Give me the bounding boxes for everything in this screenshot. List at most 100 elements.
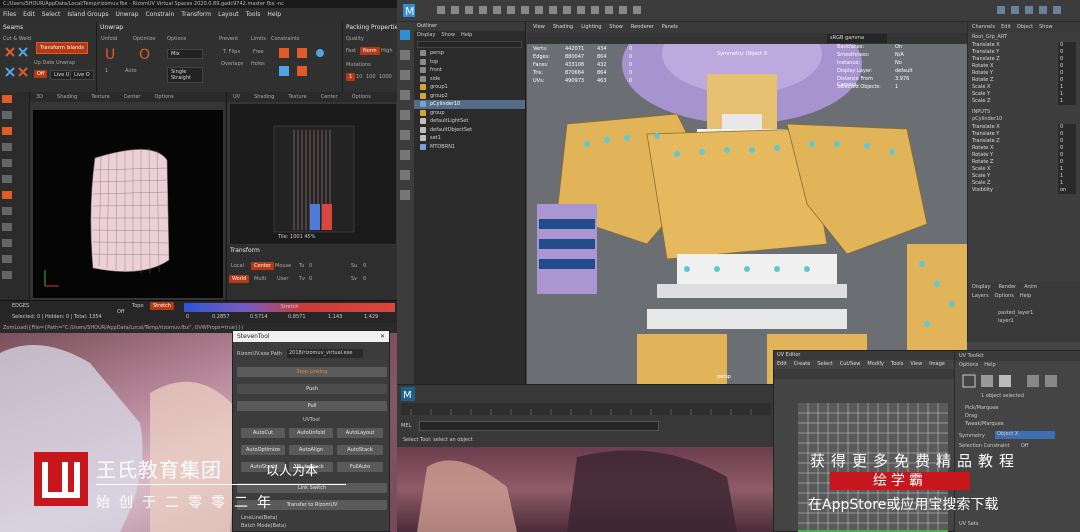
vp-menu-lighting[interactable]: Lighting	[581, 24, 601, 31]
channel-value[interactable]: 0	[1058, 145, 1076, 152]
lineline-checkbox[interactable]: LineLine(Beta)	[241, 515, 277, 521]
viewport-scene[interactable]: Verts: 442071 434 0 Edges: 880047 864 0 Faces: 43…	[527, 22, 967, 384]
overlaps-label[interactable]: Overlaps	[221, 61, 243, 67]
layer-menu-options[interactable]: Options	[995, 293, 1014, 299]
batch-mode-checkbox[interactable]: Batch Mode(Beta)	[241, 523, 286, 529]
channel-value[interactable]: 0	[1058, 138, 1076, 145]
maya-viewport[interactable]: View Shading Lighting Show Renderer Pane…	[527, 22, 967, 384]
3d-options-tab[interactable]: Options	[155, 94, 174, 100]
channel-value[interactable]: 1	[1058, 84, 1076, 91]
uv-editor-toolbar[interactable]	[774, 369, 954, 379]
cb-menu-object[interactable]: Object	[1017, 24, 1033, 30]
autocut-button[interactable]: AutoCut	[241, 428, 285, 438]
outliner-item[interactable]: set1	[414, 134, 525, 143]
channel-value[interactable]: 0	[1058, 124, 1076, 131]
selection-mode-icons[interactable]	[961, 373, 1071, 389]
menu-island-groups[interactable]: Island Groups	[67, 11, 108, 19]
outliner-item[interactable]: MTOBRN1	[414, 143, 525, 152]
cut-tool-icon[interactable]	[2, 191, 12, 199]
mix-dropdown[interactable]: Mix	[167, 49, 203, 59]
uve-menu-cutsew[interactable]: Cut/Sew	[840, 361, 861, 368]
channel-value[interactable]: 0	[1058, 131, 1076, 138]
uv-options-tab[interactable]: Options	[352, 94, 371, 100]
menu-tools[interactable]: Tools	[246, 11, 261, 19]
quality-high[interactable]: High	[381, 48, 393, 54]
channel-value[interactable]: 0	[1058, 152, 1076, 159]
weld-icon[interactable]	[4, 66, 30, 78]
uv-tab[interactable]: UV	[233, 94, 240, 100]
channel-value[interactable]: 0	[1058, 42, 1076, 49]
channel-row[interactable]: Scale Z 1	[968, 98, 1080, 105]
quality-fast[interactable]: Fast	[346, 48, 356, 54]
mouse-option[interactable]: Mouse	[275, 263, 291, 269]
push-button[interactable]: Push	[237, 384, 387, 394]
3d-texture-tab[interactable]: Texture	[91, 94, 109, 100]
layer-menu-layers[interactable]: Layers	[972, 293, 989, 299]
channel-value[interactable]: 1	[1058, 98, 1076, 105]
constraint-icons[interactable]	[277, 46, 337, 86]
channel-row[interactable]: Rotate Z 0	[968, 159, 1080, 166]
channel-row[interactable]: Translate Z 0	[968, 56, 1080, 63]
fullauto-button[interactable]: FullAuto	[337, 462, 383, 472]
menu-transform[interactable]: Transform	[181, 11, 211, 19]
cb-menu-channels[interactable]: Channels	[972, 24, 995, 30]
channel-row[interactable]: Visibility on	[968, 187, 1080, 194]
tu-value[interactable]: 0	[309, 263, 312, 269]
menu-unwrap[interactable]: Unwrap	[115, 11, 138, 19]
symmetry-tool-icon[interactable]	[2, 223, 12, 231]
uv-texture-tab[interactable]: Texture	[288, 94, 306, 100]
channel-value[interactable]: 0	[1058, 49, 1076, 56]
quality-norm[interactable]: Norm	[360, 47, 380, 55]
channel-row[interactable]: Rotate Z 0	[968, 77, 1080, 84]
layer-item[interactable]: layer1	[998, 318, 1076, 324]
channel-row[interactable]: Scale X 1	[968, 84, 1080, 91]
channel-row[interactable]: Translate X 0	[968, 42, 1080, 49]
cb-input-node[interactable]: pCylinder10	[968, 116, 1080, 124]
uvt-menu-help[interactable]: Help	[984, 362, 995, 368]
outliner-item[interactable]: pCylinder10	[414, 100, 525, 109]
multi-option[interactable]: Multi	[254, 276, 266, 282]
channel-row[interactable]: Rotate X 0	[968, 63, 1080, 70]
autoalign-button[interactable]: AutoAlign	[289, 445, 333, 455]
layer-menu-help[interactable]: Help	[1020, 293, 1031, 299]
outliner-menu-help[interactable]: Help	[461, 32, 472, 39]
uve-menu-view[interactable]: View	[910, 361, 922, 368]
cb-menu-edit[interactable]: Edit	[1001, 24, 1011, 30]
outliner-item[interactable]: defaultObjectSet	[414, 126, 525, 135]
3d-canvas[interactable]	[33, 110, 223, 298]
channel-value[interactable]: 1	[1058, 91, 1076, 98]
channel-value[interactable]: 1	[1058, 180, 1076, 187]
topo-label[interactable]: Topo	[132, 303, 144, 309]
menu-constrain[interactable]: Constrain	[146, 11, 175, 19]
channel-value[interactable]: 0	[1058, 77, 1076, 84]
outliner-menu-show[interactable]: Show	[441, 32, 455, 39]
channel-row[interactable]: Translate Y 0	[968, 131, 1080, 138]
channel-row[interactable]: Scale X 1	[968, 166, 1080, 173]
transform-islands-button[interactable]: Transform Islands	[36, 42, 88, 54]
vp-menu-renderer[interactable]: Renderer	[631, 24, 654, 31]
channel-row[interactable]: Scale Y 1	[968, 173, 1080, 180]
vp-menu-show[interactable]: Show	[609, 24, 623, 31]
mutations-10[interactable]: 10	[356, 74, 362, 80]
vertex-mode-icon[interactable]	[2, 127, 12, 135]
select-tool-icon[interactable]	[2, 95, 12, 103]
channel-row[interactable]: Translate Z 0	[968, 138, 1080, 145]
free-label[interactable]: Free	[253, 49, 264, 55]
autolayout-button[interactable]: AutoLayout	[337, 428, 383, 438]
outliner-menu-display[interactable]: Display	[417, 32, 435, 39]
autooptimize-button[interactable]: AutoOptimize	[241, 445, 285, 455]
center-option[interactable]: Center	[251, 262, 274, 270]
rizom-path-field[interactable]: 2018/rizomuv_virtual.exe	[287, 349, 363, 358]
vp-menu-view[interactable]: View	[533, 24, 545, 31]
vp-menu-panels[interactable]: Panels	[662, 24, 678, 31]
live-o-toggle[interactable]: Live O	[70, 70, 94, 80]
vp-menu-shading[interactable]: Shading	[553, 24, 573, 31]
edge-mode-icon[interactable]	[2, 143, 12, 151]
menu-layout[interactable]: Layout	[218, 11, 238, 19]
off-toggle[interactable]: Off	[34, 70, 48, 78]
channel-value[interactable]: on	[1058, 187, 1076, 194]
tweak-marquee-radio[interactable]: Tweak/Marquee	[965, 421, 1004, 427]
outliner-item[interactable]: group1	[414, 83, 525, 92]
outliner-item[interactable]: top	[414, 58, 525, 67]
channel-row[interactable]: Rotate Y 0	[968, 70, 1080, 77]
